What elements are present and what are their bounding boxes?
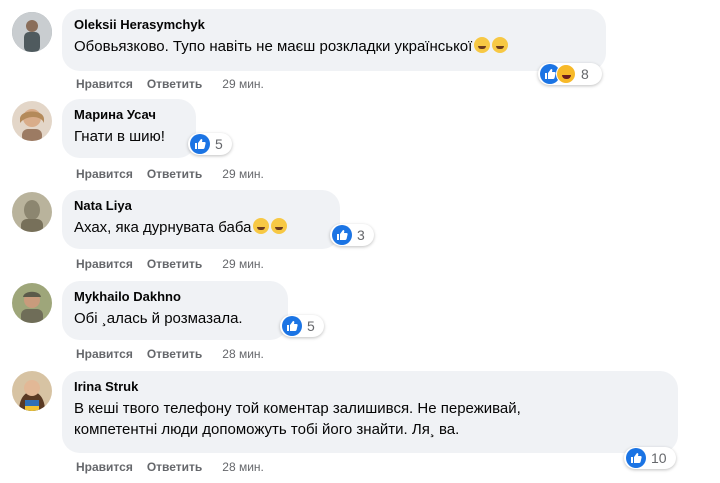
comment-timestamp[interactable]: 29 мин. bbox=[222, 167, 264, 181]
reaction-count: 5 bbox=[215, 136, 223, 152]
reply-button[interactable]: Ответить bbox=[147, 460, 202, 474]
avatar[interactable] bbox=[12, 371, 52, 411]
like-reaction-icon bbox=[332, 225, 352, 245]
reaction-count: 3 bbox=[357, 227, 365, 243]
like-button[interactable]: Нравится bbox=[76, 167, 133, 181]
comment-timestamp[interactable]: 28 мин. bbox=[222, 460, 264, 474]
comment-timestamp[interactable]: 29 мин. bbox=[222, 77, 264, 91]
comment-author[interactable]: Mykhailo Dakhno bbox=[74, 289, 276, 305]
reply-button[interactable]: Ответить bbox=[147, 77, 202, 91]
comment-author[interactable]: Nata Liya bbox=[74, 198, 328, 214]
comment-bubble: Марина Усач Гнати в шию! bbox=[62, 99, 196, 158]
reaction-count: 5 bbox=[307, 318, 315, 334]
comment-actions: Нравится Ответить 29 мин. bbox=[76, 256, 278, 272]
like-button[interactable]: Нравится bbox=[76, 257, 133, 271]
reactions-summary[interactable]: 10 bbox=[624, 447, 676, 469]
avatar-image bbox=[12, 12, 52, 52]
comment-author[interactable]: Oleksii Herasymchyk bbox=[74, 17, 594, 33]
avatar-image bbox=[12, 101, 52, 141]
comment-text: Гнати в шию! bbox=[74, 128, 165, 145]
comment-text: В кеші твого телефону той коментар залиш… bbox=[74, 400, 521, 438]
reply-button[interactable]: Ответить bbox=[147, 347, 202, 361]
comment-author[interactable]: Irina Struk bbox=[74, 379, 666, 395]
comment-bubble: Irina Struk В кеші твого телефону той ко… bbox=[62, 371, 678, 453]
reply-button[interactable]: Ответить bbox=[147, 167, 202, 181]
laughing-emoji-icon bbox=[253, 218, 270, 234]
avatar[interactable] bbox=[12, 12, 52, 52]
avatar[interactable] bbox=[12, 192, 52, 232]
reaction-count: 10 bbox=[651, 450, 667, 466]
rofl-emoji-icon bbox=[271, 218, 288, 234]
haha-reaction-icon bbox=[556, 64, 576, 84]
reactions-summary[interactable]: 5 bbox=[188, 133, 232, 155]
like-button[interactable]: Нравится bbox=[76, 77, 133, 91]
like-reaction-icon bbox=[282, 316, 302, 336]
like-reaction-icon bbox=[626, 448, 646, 468]
reactions-summary[interactable]: 3 bbox=[330, 224, 374, 246]
comment-timestamp[interactable]: 29 мин. bbox=[222, 257, 264, 271]
comment-text: Обовьязково. Тупо навіть не маєш розклад… bbox=[74, 36, 594, 57]
reply-button[interactable]: Ответить bbox=[147, 257, 202, 271]
comment-bubble: Nata Liya Ахах, яка дурнувата баба bbox=[62, 190, 340, 249]
avatar-image bbox=[12, 192, 52, 232]
avatar[interactable] bbox=[12, 283, 52, 323]
comment-bubble: Mykhailo Dakhno Обі ¸алась й розмазала. bbox=[62, 281, 288, 340]
reactions-summary[interactable]: 8 bbox=[538, 63, 602, 85]
thinking-emoji-icon bbox=[474, 37, 491, 53]
like-reaction-icon bbox=[190, 134, 210, 154]
comment-timestamp[interactable]: 28 мин. bbox=[222, 347, 264, 361]
like-button[interactable]: Нравится bbox=[76, 347, 133, 361]
comment-actions: Нравится Ответить 28 мин. bbox=[76, 459, 278, 475]
comment-bubble: Oleksii Herasymchyk Обовьязково. Тупо на… bbox=[62, 9, 606, 71]
comment-author[interactable]: Марина Усач bbox=[74, 107, 184, 123]
comment-actions: Нравится Ответить 28 мин. bbox=[76, 346, 278, 362]
comment-text: Обі ¸алась й розмазала. bbox=[74, 310, 243, 327]
avatar-image bbox=[12, 283, 52, 323]
comment-text: Ахах, яка дурнувата баба bbox=[74, 217, 328, 238]
reaction-count: 8 bbox=[581, 66, 589, 82]
comment-actions: Нравится Ответить 29 мин. bbox=[76, 76, 278, 92]
reactions-summary[interactable]: 5 bbox=[280, 315, 324, 337]
like-button[interactable]: Нравится bbox=[76, 460, 133, 474]
avatar-image bbox=[12, 371, 52, 411]
laughing-emoji-icon bbox=[492, 37, 509, 53]
comment-actions: Нравится Ответить 29 мин. bbox=[76, 166, 278, 182]
avatar[interactable] bbox=[12, 101, 52, 141]
